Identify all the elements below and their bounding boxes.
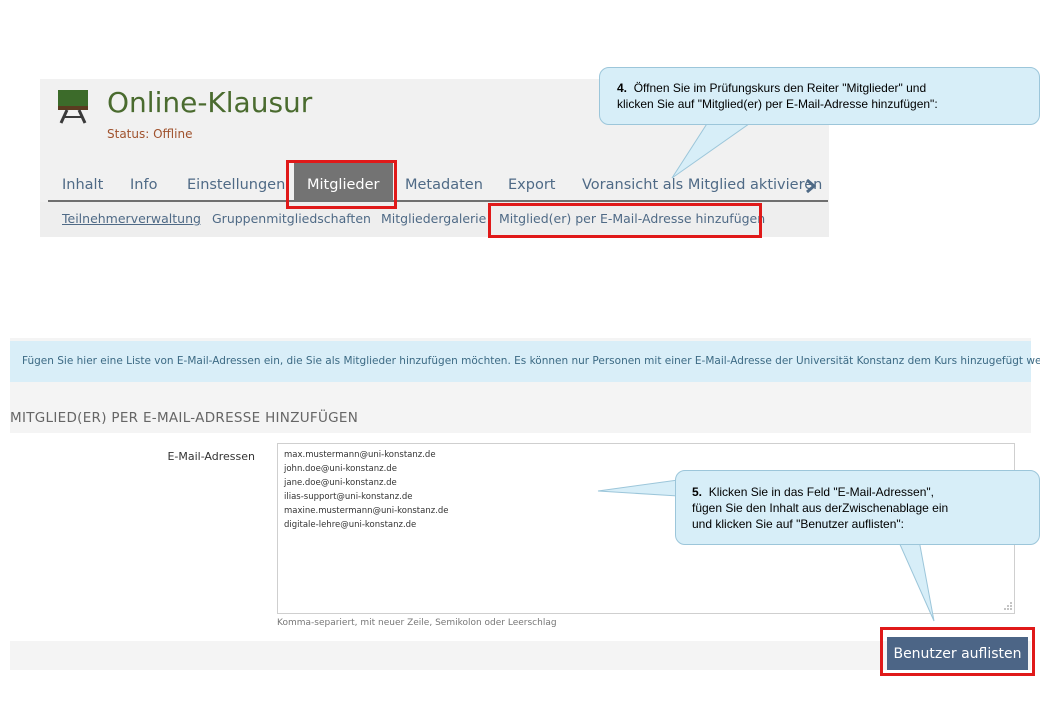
email-field-help: Komma-separiert, mit neuer Zeile, Semiko… <box>277 618 557 628</box>
tab-inhalt[interactable]: Inhalt <box>62 162 103 200</box>
callout-step5-text-2: fügen Sie den Inhalt aus derZwischenabla… <box>692 501 949 515</box>
highlight-tab-mitglieder <box>286 160 397 209</box>
tab-export[interactable]: Export <box>508 162 555 200</box>
subtab-mitgliedergalerie[interactable]: Mitgliedergalerie <box>381 211 486 226</box>
subtab-gruppenmitgliedschaften[interactable]: Gruppenmitgliedschaften <box>212 211 371 226</box>
callout-step5: 5. Klicken Sie in das Feld "E-Mail-Adres… <box>675 470 1040 545</box>
email-line: digitale-lehre@uni-konstanz.de <box>284 520 417 530</box>
tab-einstellungen[interactable]: Einstellungen <box>187 162 285 200</box>
callout-step4: 4. Öffnen Sie im Prüfungskurs den Reiter… <box>599 67 1040 125</box>
callout-step5-number: 5. <box>692 485 703 499</box>
subtab-teilnehmerverwaltung[interactable]: Teilnehmerverwaltung <box>62 211 201 226</box>
callout-pointer-step4 <box>671 118 758 179</box>
info-message-text: Fügen Sie hier eine Liste von E-Mail-Adr… <box>22 355 1040 367</box>
course-board-icon <box>58 90 88 124</box>
email-line: maxine.mustermann@uni-konstanz.de <box>284 506 449 516</box>
resize-grip-icon[interactable] <box>1003 601 1013 611</box>
email-line: jane.doe@uni-konstanz.de <box>284 478 397 488</box>
email-line: ilias-support@uni-konstanz.de <box>284 492 413 502</box>
callout-step5-text-3: und klicken Sie auf "Benutzer auflisten"… <box>692 517 904 531</box>
callout-pointer-step5-down <box>897 539 935 622</box>
callout-step4-text-2: klicken Sie auf "Mitglied(er) per E-Mail… <box>617 97 938 111</box>
email-addresses-label: E-Mail-Adressen <box>167 450 255 463</box>
highlight-list-users-button <box>880 627 1035 676</box>
highlight-subtab-email <box>488 203 762 238</box>
tab-info[interactable]: Info <box>130 162 157 200</box>
callout-step4-text-1: Öffnen Sie im Prüfungskurs den Reiter "M… <box>633 81 927 95</box>
email-line: john.doe@uni-konstanz.de <box>284 464 397 474</box>
callout-pointer-step5-left <box>597 479 679 497</box>
course-title: Online-Klausur <box>107 86 313 119</box>
callout-step4-number: 4. <box>617 81 628 95</box>
course-status: Status: Offline <box>107 127 193 141</box>
section-title: MITGLIED(ER) PER E-MAIL-ADRESSE HINZUFÜG… <box>10 410 359 426</box>
email-line: max.mustermann@uni-konstanz.de <box>284 450 436 460</box>
tab-metadaten[interactable]: Metadaten <box>405 162 483 200</box>
chevron-right-icon[interactable] <box>805 179 816 193</box>
callout-step5-text-1: Klicken Sie in das Feld "E-Mail-Adressen… <box>708 485 934 499</box>
